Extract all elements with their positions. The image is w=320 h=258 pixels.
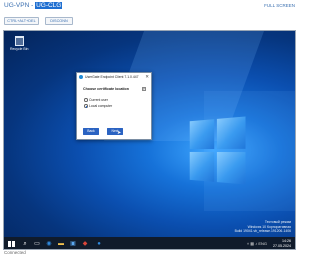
radio-local-computer[interactable]: Local computer — [84, 104, 112, 108]
usergate-logo-icon — [79, 74, 83, 79]
close-icon[interactable]: ✕ — [145, 74, 149, 79]
session-title: UG-VPN - UG-CLG — [4, 2, 63, 9]
help-icon[interactable]: ? — [141, 86, 146, 91]
recycle-bin-icon[interactable]: Recycle Bin — [10, 36, 28, 51]
ctrl-alt-del-button[interactable]: CTRL+ALT+DEL — [4, 17, 39, 25]
windows-start-icon[interactable] — [8, 240, 15, 248]
volume-icon[interactable]: ♪ — [255, 241, 257, 246]
recycle-bin-label: Recycle Bin — [10, 47, 29, 51]
network-icon[interactable]: ▦ — [250, 241, 254, 246]
edge-browser-icon[interactable]: ◉ — [45, 240, 53, 248]
system-tray-icons[interactable]: ˄ ▦ ♪ ENG — [247, 241, 267, 246]
dialog-titlebar: UserGate Endpoint Client 7.1.0.447 ✕ — [77, 73, 151, 80]
dialog-title: UserGate Endpoint Client 7.1.0.447 — [85, 74, 139, 79]
remote-desktop[interactable]: Recycle Bin UserGate Endpoint Client 7.1… — [4, 31, 295, 237]
store-icon[interactable]: ▣ — [69, 240, 77, 248]
taskbar: ⌕ ▭ ◉ ▬ ▣ ◆ ● ˄ ▦ ♪ ENG 14:26 27.05.2024 — [4, 237, 295, 249]
search-icon[interactable]: ⌕ — [21, 240, 29, 248]
dialog-heading: Choose certificate location — [83, 87, 129, 91]
chevron-up-icon[interactable]: ˄ — [247, 241, 249, 246]
disconnect-button[interactable]: DISCONN — [45, 17, 73, 25]
radio-current-user[interactable]: Current user — [84, 98, 108, 102]
usergate-client-icon[interactable]: ● — [95, 240, 103, 248]
back-button[interactable]: Back — [83, 128, 99, 135]
fullscreen-link[interactable]: FULL SCREEN — [264, 3, 295, 8]
watermark-line: Build 19041.vb_release.191206-1406 — [234, 228, 291, 233]
windows-logo-wallpaper — [189, 116, 247, 185]
radio-label: Local computer — [89, 104, 113, 108]
certificate-location-dialog: UserGate Endpoint Client 7.1.0.447 ✕ Cho… — [76, 72, 152, 140]
toolbar: CTRL+ALT+DEL DISCONN — [0, 17, 300, 27]
file-explorer-icon[interactable]: ▬ — [57, 240, 65, 248]
windows-watermark: Тестовый режим Windows 10 Корпоративная … — [235, 220, 291, 233]
clock[interactable]: 14:26 27.05.2024 — [273, 239, 291, 249]
clock-date: 27.05.2024 — [273, 244, 291, 248]
mouse-pointer-icon: ➤ — [117, 130, 122, 136]
radio-label: Current user — [89, 98, 108, 102]
title-bar: UG-VPN - UG-CLG FULL SCREEN — [0, 0, 300, 14]
connection-status: Connected — [4, 250, 26, 255]
app-icon[interactable]: ◆ — [81, 240, 89, 248]
title-highlight: UG-CLG — [35, 2, 63, 9]
title-prefix: UG-VPN — [4, 2, 30, 9]
trash-icon — [14, 36, 24, 46]
radio-button-selected-icon[interactable] — [84, 104, 88, 108]
radio-button-icon[interactable] — [84, 98, 88, 102]
language-indicator[interactable]: ENG — [258, 241, 267, 246]
remote-session-frame[interactable]: Recycle Bin UserGate Endpoint Client 7.1… — [3, 30, 296, 250]
task-view-icon[interactable]: ▭ — [33, 240, 41, 248]
